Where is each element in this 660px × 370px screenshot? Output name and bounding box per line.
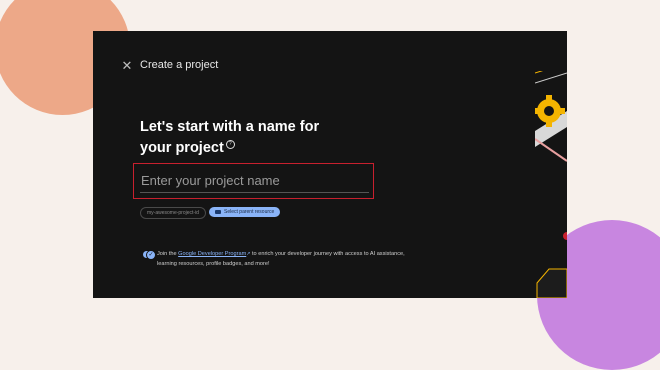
folder-icon — [215, 210, 221, 214]
developer-program-text: Join the Google Developer Program↗ to en… — [157, 250, 407, 269]
create-project-dialog: ✕ Create a project Let's start with a na… — [93, 31, 567, 298]
select-parent-resource-button[interactable]: Select parent resource — [209, 207, 281, 217]
dialog-title: Create a project — [140, 59, 219, 71]
help-icon[interactable]: ? — [225, 140, 235, 149]
join-text-prefix: Join the — [157, 251, 179, 257]
page-headline: Let's start with a name for your project… — [140, 117, 350, 159]
project-name-highlight — [133, 163, 374, 199]
check-icon: ✓ — [146, 250, 156, 260]
headline-text: Let's start with a name for your project — [140, 119, 320, 156]
developer-program-link[interactable]: Google Developer Program — [178, 251, 246, 257]
project-id-chip[interactable]: my-awesome-project-id — [140, 207, 206, 219]
decorative-illustration — [535, 71, 567, 298]
parent-button-label: Select parent resource — [224, 209, 275, 215]
developer-program-toggle[interactable]: ✓ — [143, 250, 156, 260]
close-icon[interactable]: ✕ — [118, 57, 136, 75]
project-name-input[interactable] — [140, 170, 369, 193]
